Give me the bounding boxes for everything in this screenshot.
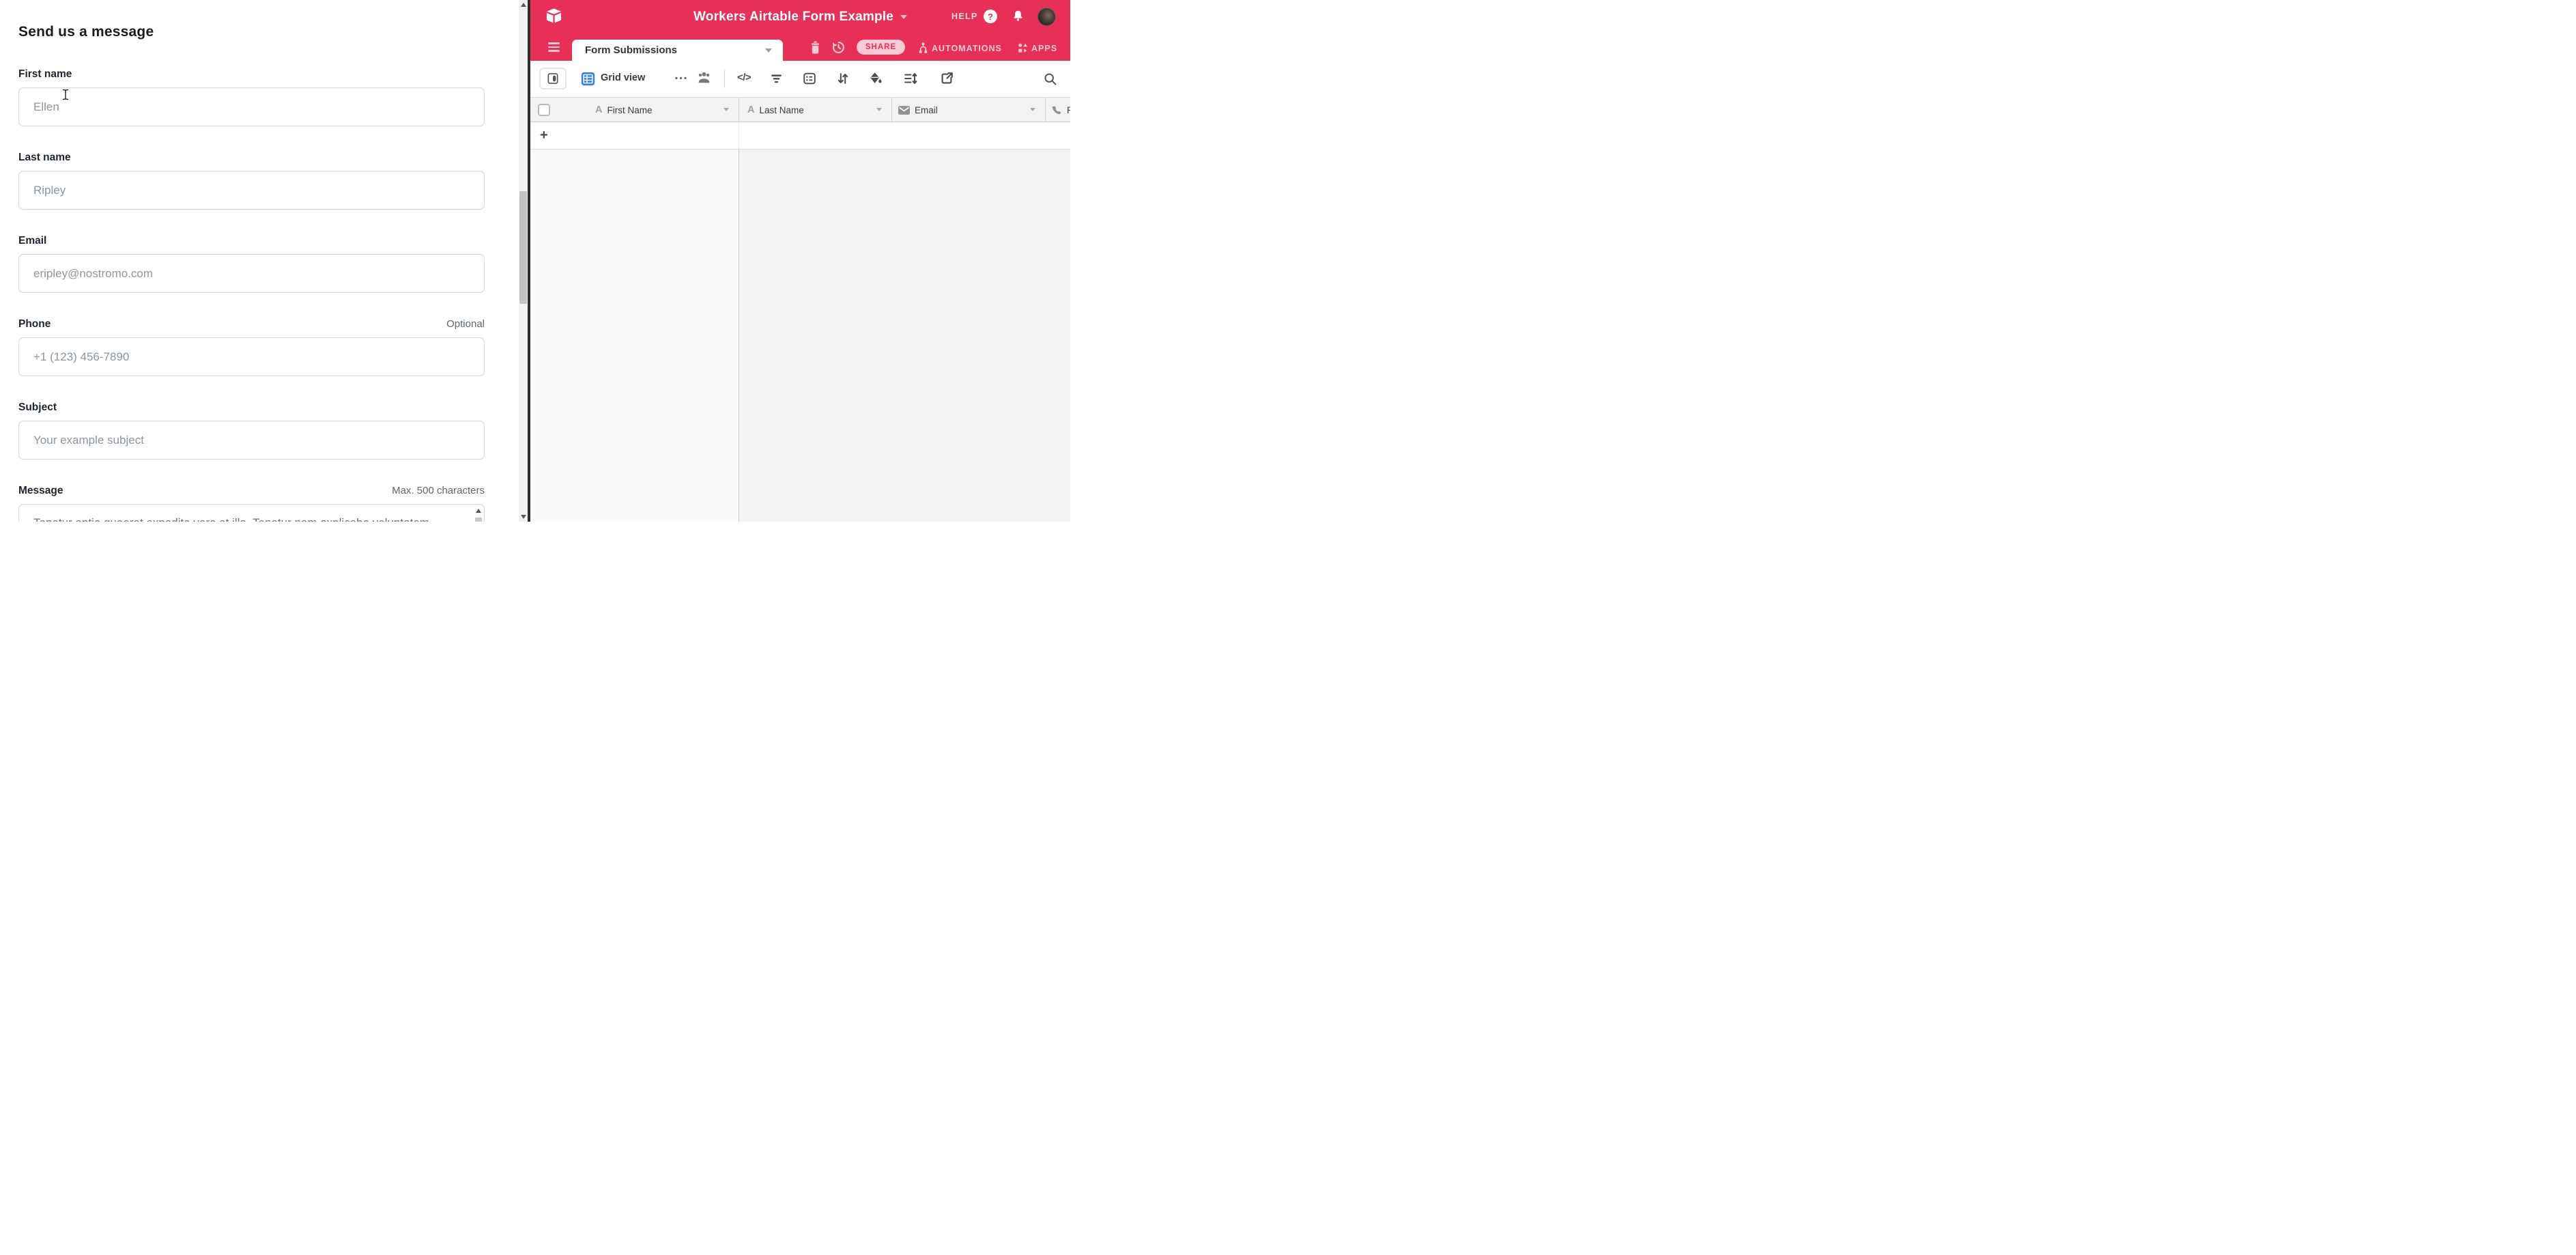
table-tabs-bar: Form Submissions SHARE (530, 33, 1070, 61)
subject-placeholder: Your example subject (33, 434, 144, 447)
field-phone: Phone Optional +1 (123) 456-7890 (18, 318, 485, 376)
phone-field-type-icon (1050, 104, 1062, 116)
last-name-placeholder: Ripley (33, 184, 66, 197)
tab-form-submissions[interactable]: Form Submissions (572, 40, 783, 61)
phone-label: Phone (18, 318, 51, 331)
trash-icon[interactable] (810, 41, 821, 57)
email-label: Email (18, 234, 46, 248)
scroll-up-arrow-icon[interactable] (476, 509, 481, 513)
history-icon[interactable] (831, 40, 846, 58)
view-more-options-icon[interactable] (674, 70, 688, 88)
field-message: Message Max. 500 characters Tenetur opti… (18, 484, 485, 522)
subject-input[interactable]: Your example subject (18, 421, 485, 460)
message-textarea[interactable]: Tenetur optio quaerat expedita vero et i… (18, 504, 485, 522)
last-name-label: Last name (18, 151, 71, 165)
column-header-first-name[interactable]: A First Name (595, 98, 653, 122)
apps-button[interactable]: APPS (1017, 42, 1057, 54)
message-max-chars-hint: Max. 500 characters (392, 484, 485, 498)
hide-fields-icon[interactable]: </> (737, 72, 751, 83)
table-menu-caret-icon[interactable] (765, 48, 772, 53)
share-view-icon[interactable] (939, 71, 954, 89)
column-menu-caret-icon[interactable] (724, 108, 729, 111)
last-name-input[interactable]: Ripley (18, 171, 485, 210)
subject-label: Subject (18, 401, 57, 414)
base-menu-caret-icon[interactable] (900, 15, 907, 19)
column-divider[interactable] (1045, 98, 1046, 122)
add-record-row[interactable]: + (530, 122, 1070, 150)
sidebar-toggle-icon (546, 71, 560, 86)
color-icon[interactable] (868, 71, 883, 89)
column-header-phone[interactable]: P (1050, 98, 1070, 122)
column-header-last-name[interactable]: A Last Name (747, 98, 804, 122)
column-menu-caret-icon[interactable] (1030, 108, 1035, 111)
select-all-checkbox[interactable] (538, 104, 550, 116)
text-field-type-icon: A (595, 104, 602, 115)
apps-icon (1017, 42, 1029, 54)
grid-column-header-row: A First Name A Last Name Email (530, 97, 1070, 122)
field-email: Email eripley@nostromo.com (18, 234, 485, 293)
first-name-input[interactable]: Ellen (18, 87, 485, 126)
field-last-name: Last name Ripley (18, 151, 485, 210)
help-question-icon[interactable]: ? (984, 10, 997, 23)
first-name-placeholder: Ellen (33, 100, 59, 114)
message-label: Message (18, 484, 63, 498)
scroll-down-arrow-icon[interactable] (519, 513, 528, 522)
field-first-name: First name Ellen (18, 68, 485, 126)
column-divider[interactable] (891, 98, 892, 122)
sort-icon[interactable] (835, 71, 850, 89)
grid-background-area (739, 150, 1070, 522)
search-icon[interactable] (1043, 72, 1057, 89)
column-header-email[interactable]: Email (898, 98, 938, 122)
column-menu-caret-icon[interactable] (876, 108, 882, 111)
first-name-label: First name (18, 68, 72, 81)
scroll-up-arrow-icon[interactable] (519, 0, 528, 9)
phone-input[interactable]: +1 (123) 456-7890 (18, 337, 485, 376)
phone-placeholder: +1 (123) 456-7890 (33, 350, 129, 364)
form-title: Send us a message (18, 0, 485, 42)
scrollbar-thumb[interactable] (475, 518, 482, 522)
grid-view-icon (581, 72, 595, 89)
screen: Send us a message First name Ellen Last … (0, 0, 1070, 522)
email-field-type-icon (898, 106, 910, 115)
add-record-plus-icon[interactable]: + (540, 128, 548, 143)
group-icon[interactable] (802, 71, 817, 89)
share-button[interactable]: SHARE (857, 40, 905, 55)
notifications-bell-icon[interactable] (1011, 9, 1025, 27)
airtable-pane: Workers Airtable Form Example HELP ? For… (530, 0, 1070, 522)
email-input[interactable]: eripley@nostromo.com (18, 254, 485, 293)
message-text: Tenetur optio quaerat expedita vero et i… (33, 516, 433, 522)
user-avatar[interactable] (1037, 8, 1056, 26)
automations-button[interactable]: AUTOMATIONS (917, 42, 1002, 54)
grid-first-column-area (530, 150, 739, 522)
scrollbar-thumb[interactable] (519, 191, 527, 304)
message-textarea-scrollbar[interactable] (474, 506, 483, 522)
table-tab-label: Form Submissions (585, 44, 677, 56)
toolbar-divider (724, 70, 725, 88)
grid-empty-area (530, 150, 1070, 522)
filter-icon[interactable] (769, 72, 784, 89)
text-cursor-pointer (61, 89, 70, 104)
base-title[interactable]: Workers Airtable Form Example (693, 10, 893, 25)
view-name-label[interactable]: Grid view (601, 72, 645, 83)
field-subject: Subject Your example subject (18, 401, 485, 460)
airtable-top-bar: Workers Airtable Form Example HELP ? (530, 0, 1070, 33)
phone-optional-hint: Optional (446, 318, 485, 331)
view-sidebar-toggle-button[interactable] (539, 68, 567, 89)
sidebar-menu-icon[interactable] (548, 42, 560, 52)
row-height-icon[interactable] (903, 71, 918, 89)
help-button[interactable]: HELP (951, 12, 978, 21)
collaborators-icon[interactable] (696, 70, 712, 89)
email-placeholder: eripley@nostromo.com (33, 267, 153, 281)
text-field-type-icon: A (747, 104, 754, 115)
automations-icon (917, 42, 929, 54)
left-pane-scrollbar[interactable] (519, 0, 528, 522)
view-toolbar: Grid view </> (530, 61, 1070, 97)
contact-form-pane: Send us a message First name Ellen Last … (0, 0, 519, 522)
